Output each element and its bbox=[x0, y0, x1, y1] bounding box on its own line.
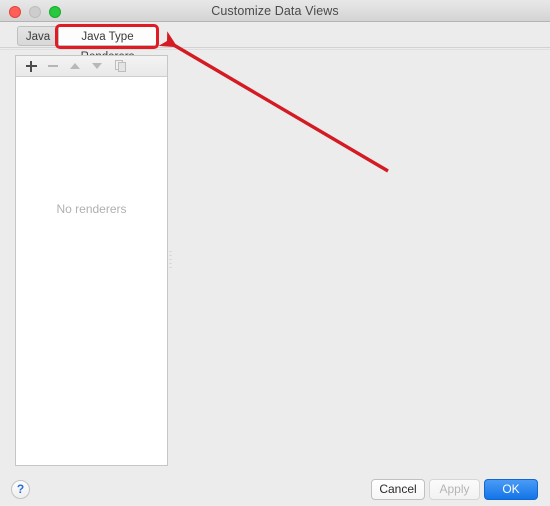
customize-data-views-dialog: Customize Data Views Java Java Type Rend… bbox=[0, 0, 550, 506]
renderers-list[interactable]: No renderers bbox=[16, 77, 167, 465]
minus-icon bbox=[48, 65, 58, 67]
help-button[interactable]: ? bbox=[11, 480, 30, 499]
window-titlebar: Customize Data Views bbox=[0, 0, 550, 22]
panel-splitter-handle[interactable] bbox=[169, 251, 172, 268]
apply-button[interactable]: Apply bbox=[429, 479, 480, 500]
tabbar-divider bbox=[0, 47, 550, 48]
renderers-empty-message: No renderers bbox=[56, 202, 127, 216]
move-renderer-up-button[interactable] bbox=[64, 56, 86, 76]
tabbar-divider-shadow bbox=[0, 49, 550, 50]
tab-java[interactable]: Java bbox=[17, 26, 58, 46]
add-renderer-button[interactable] bbox=[20, 56, 42, 76]
plus-icon bbox=[25, 60, 37, 72]
renderers-list-toolbar bbox=[16, 56, 167, 77]
renderers-list-panel: No renderers bbox=[15, 55, 168, 466]
window-title: Customize Data Views bbox=[211, 4, 339, 18]
duplicate-renderer-button[interactable] bbox=[110, 56, 132, 76]
copy-icon bbox=[115, 60, 127, 72]
remove-renderer-button[interactable] bbox=[42, 56, 64, 76]
tab-java-type-renderers[interactable]: Java Type Renderers bbox=[58, 26, 157, 63]
move-renderer-down-button[interactable] bbox=[86, 56, 108, 76]
tab-bar: Java Java Type Renderers bbox=[0, 23, 550, 63]
triangle-up-icon bbox=[70, 63, 80, 69]
ok-button[interactable]: OK bbox=[484, 479, 538, 500]
triangle-down-icon bbox=[92, 63, 102, 69]
cancel-button[interactable]: Cancel bbox=[371, 479, 425, 500]
